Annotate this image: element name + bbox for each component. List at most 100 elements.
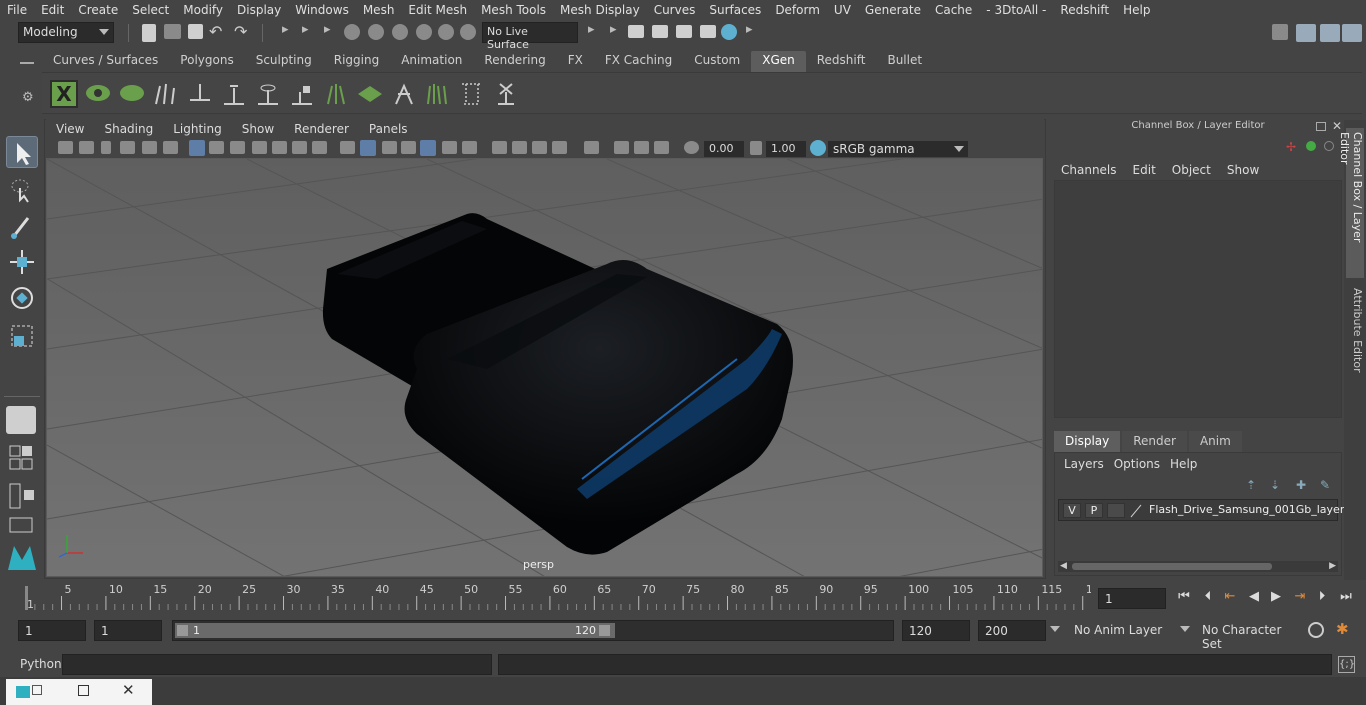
wireframe-icon[interactable] [340, 141, 355, 154]
layer-tab-render[interactable]: Render [1122, 431, 1187, 452]
snap-curve-icon[interactable] [368, 24, 384, 40]
side-tab-attribute-editor[interactable]: Attribute Editor [1346, 284, 1364, 384]
layer-row[interactable]: V P Flash_Drive_Samsung_001Gb_layer [1058, 499, 1344, 521]
layer-display-type-toggle[interactable] [1107, 503, 1125, 518]
xray-active-icon[interactable] [634, 141, 649, 154]
end-frame-field[interactable]: 200 [978, 620, 1046, 641]
xgen-grid-icon[interactable] [356, 80, 384, 108]
shelf-tab-fx-caching[interactable]: FX Caching [594, 51, 683, 72]
range-slider[interactable]: 1 120 [172, 620, 894, 641]
chevron-down-icon[interactable] [1050, 626, 1060, 632]
anti-aliasing-icon[interactable] [532, 141, 547, 154]
color-space-dropdown[interactable]: sRGB gamma [828, 141, 968, 157]
menu-select[interactable]: Select [125, 3, 176, 17]
motion-blur-icon[interactable] [512, 141, 527, 154]
close-icon[interactable]: ✕ [1332, 119, 1342, 133]
channel-key-icon[interactable] [1324, 141, 1334, 151]
open-scene-icon[interactable] [164, 24, 181, 39]
character-set-dropdown[interactable]: No Character Set [1196, 620, 1300, 651]
menu-uv[interactable]: UV [827, 3, 858, 17]
snap-point-icon[interactable] [392, 24, 408, 40]
menu-display[interactable]: Display [230, 3, 288, 17]
redo-icon[interactable]: ↷ [234, 22, 247, 41]
go-to-end-icon[interactable]: ⏭ [1338, 589, 1354, 605]
step-back-key-icon[interactable]: ⇤ [1222, 589, 1238, 605]
menu-create[interactable]: Create [71, 3, 125, 17]
collapse-arrow-icon[interactable]: ▸ [302, 22, 309, 37]
snap-grid-icon[interactable] [344, 24, 360, 40]
menu-help[interactable]: Help [1116, 3, 1157, 17]
menu-curves[interactable]: Curves [647, 3, 703, 17]
toggle-panels-icon[interactable] [1296, 24, 1316, 42]
paint-select-icon[interactable] [6, 210, 38, 242]
grid-icon[interactable] [189, 140, 205, 156]
menu-3dtoall[interactable]: - 3DtoAll - [979, 3, 1053, 17]
move-tool-icon[interactable] [6, 246, 38, 278]
range-slider-bar[interactable] [175, 623, 615, 638]
textured-icon[interactable] [401, 141, 416, 154]
collapse-arrow-icon[interactable]: ▸ [610, 22, 617, 37]
single-view-layout-icon[interactable] [6, 406, 36, 434]
ipr-render-icon[interactable] [676, 25, 692, 38]
gate-mask-icon[interactable] [252, 141, 267, 154]
snap-live-icon[interactable] [460, 24, 476, 40]
menu-redshift[interactable]: Redshift [1053, 3, 1116, 17]
command-language-label[interactable]: Python [20, 657, 62, 671]
resolution-gate-icon[interactable] [230, 141, 245, 154]
scrollbar-thumb[interactable] [1072, 563, 1272, 570]
xray-icon[interactable] [420, 140, 436, 156]
shelf-tab-polygons[interactable]: Polygons [169, 51, 244, 72]
collapse-arrow-icon[interactable]: ▸ [282, 22, 289, 37]
gear-icon[interactable]: ⚙ [22, 90, 34, 105]
script-editor-icon[interactable]: {;} [1338, 656, 1355, 673]
safe-title-icon[interactable] [312, 141, 327, 154]
snap-view-icon[interactable] [416, 24, 432, 40]
layer-color-swatch[interactable] [1129, 503, 1143, 518]
xgen-guide-icon[interactable] [152, 80, 180, 108]
four-view-layout-icon[interactable] [6, 444, 36, 472]
anim-layer-dropdown[interactable]: No Anim Layer [1068, 620, 1190, 641]
viewport-menu-view[interactable]: View [46, 122, 94, 136]
lights-icon[interactable] [442, 141, 457, 154]
range-end-handle[interactable] [599, 625, 610, 636]
menu-deform[interactable]: Deform [768, 3, 827, 17]
scale-tool-icon[interactable] [6, 320, 38, 352]
playback-end-field[interactable]: 120 [902, 620, 970, 641]
xray-joints-icon[interactable] [614, 141, 629, 154]
step-forward-frame-icon[interactable]: ⏵ [1314, 589, 1330, 605]
live-surface-field[interactable]: No Live Surface [482, 22, 578, 51]
maximize-icon[interactable] [78, 685, 89, 696]
side-tab-channel-box[interactable]: Channel Box / Layer Editor [1338, 128, 1364, 278]
play-forward-icon[interactable]: ▶ [1268, 589, 1284, 605]
minimized-window[interactable]: ✕ [6, 679, 152, 705]
xgen-guides-to-curves-icon[interactable] [458, 80, 486, 108]
channel-box-menu-channels[interactable]: Channels [1053, 163, 1125, 177]
collapse-arrow-icon[interactable]: ▸ [746, 22, 753, 37]
manipulator-axes-icon[interactable]: ✢ [1286, 140, 1296, 154]
shelf-tab-custom[interactable]: Custom [683, 51, 751, 72]
select-tool-icon[interactable] [6, 136, 38, 168]
render-frame-icon[interactable] [628, 25, 644, 38]
xgen-editor-icon[interactable]: X [50, 80, 78, 108]
film-gate-icon[interactable] [209, 141, 224, 154]
restore-icon[interactable] [32, 685, 42, 695]
channel-box-menu-show[interactable]: Show [1219, 163, 1267, 177]
workspace-icon[interactable] [1272, 24, 1288, 40]
xgen-sculpt-icon[interactable] [322, 80, 350, 108]
close-icon[interactable]: ✕ [122, 681, 135, 699]
xgen-place-guide-icon[interactable] [186, 80, 214, 108]
viewport-menu-renderer[interactable]: Renderer [284, 122, 359, 136]
camera-attributes-icon[interactable] [79, 141, 94, 154]
step-back-frame-icon[interactable]: ⏴ [1200, 589, 1216, 605]
smooth-shade-icon[interactable] [360, 140, 376, 156]
wireframe-on-shaded-icon[interactable] [382, 141, 397, 154]
camera-icon[interactable] [58, 141, 73, 154]
viewport-menu-lighting[interactable]: Lighting [163, 122, 232, 136]
xgen-curves-icon[interactable] [424, 80, 452, 108]
xgen-flip-icon[interactable] [390, 80, 418, 108]
collapse-arrow-icon[interactable]: ▸ [588, 22, 595, 37]
start-frame-field[interactable]: 1 [18, 620, 86, 641]
menu-mesh-tools[interactable]: Mesh Tools [474, 3, 553, 17]
new-scene-icon[interactable] [142, 24, 156, 42]
command-input[interactable] [62, 654, 492, 675]
